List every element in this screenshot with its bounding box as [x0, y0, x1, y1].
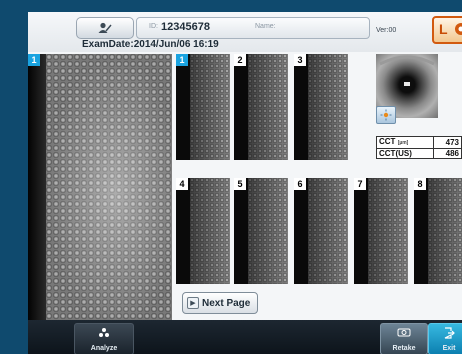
thumbnail-number: 6: [294, 178, 306, 190]
cct-value: 473: [433, 136, 462, 149]
thumbnail-number: 2: [234, 54, 246, 66]
main-image-number: 1: [28, 54, 40, 66]
thumbnail-7[interactable]: 7: [354, 178, 408, 284]
patient-id-field: ID: 12345678 Name:: [136, 17, 370, 39]
thumbnail-4[interactable]: 4: [176, 178, 230, 284]
app-screen: ID: 12345678 Name: Ver:00 L ExamDate:201…: [28, 12, 462, 354]
analyze-button[interactable]: Analyze: [74, 323, 134, 354]
sun-icon: [380, 109, 392, 121]
thumbnail-texture: [248, 178, 288, 284]
user-icon: [98, 22, 112, 33]
thumbnail-number: 8: [414, 178, 426, 190]
retake-label: Retake: [392, 345, 416, 352]
thumbnail-texture: [190, 178, 230, 284]
id-label: ID:: [149, 23, 158, 30]
eye-settings-button[interactable]: [376, 106, 396, 124]
image-shadow: [28, 54, 46, 330]
thumbnail-number: 4: [176, 178, 188, 190]
thumbnail-texture: [248, 54, 288, 160]
version-label: Ver:00: [376, 27, 397, 34]
header-bar: ID: 12345678 Name: Ver:00 L ExamDate:201…: [28, 12, 462, 52]
thumbnail-8[interactable]: 8: [414, 178, 462, 284]
bottom-toolbar: Analyze Retake Exit: [28, 320, 462, 354]
thumbnail-3[interactable]: 3: [294, 54, 348, 160]
thumbnail-texture: [308, 54, 348, 160]
cell-pattern: [46, 54, 172, 330]
exit-button[interactable]: Exit: [428, 323, 462, 354]
thumbnail-number: 5: [234, 178, 246, 190]
retake-button[interactable]: Retake: [380, 323, 428, 354]
user-button[interactable]: [76, 17, 134, 39]
cct-us-value: 486: [433, 148, 462, 159]
thumbnail-texture: [190, 54, 230, 160]
cct-label-text: CCT: [379, 137, 396, 146]
next-page-label: Next Page: [202, 297, 251, 309]
thumbnail-5[interactable]: 5: [234, 178, 288, 284]
thumbnail-texture: [428, 178, 462, 284]
thumbnail-2[interactable]: 2: [234, 54, 288, 160]
next-page-icon: ▶: [187, 297, 199, 309]
table-row: CCT [µm] 473: [375, 136, 462, 149]
thumbnail-1[interactable]: 1: [176, 54, 230, 160]
thumbnail-number: 1: [176, 54, 188, 66]
exam-date: ExamDate:2014/Jun/06 16:19: [82, 39, 219, 50]
cct-unit: [µm]: [397, 140, 409, 146]
eye-side-button[interactable]: L: [432, 16, 462, 44]
thumbnail-texture: [368, 178, 408, 284]
id-value: 12345678: [161, 21, 210, 33]
table-row: CCT(US) 486: [375, 148, 462, 159]
eye-side-icon: [455, 23, 462, 35]
analyze-icon: [99, 328, 109, 337]
thumbnail-6[interactable]: 6: [294, 178, 348, 284]
cct-us-label: CCT(US): [375, 148, 435, 159]
analyze-label: Analyze: [90, 345, 118, 352]
eye-side-label: L: [439, 21, 448, 37]
name-label: Name:: [255, 23, 276, 30]
cct-table: CCT [µm] 473 CCT(US) 486: [375, 136, 462, 159]
next-page-button[interactable]: ▶ Next Page: [182, 292, 258, 314]
exit-label: Exit: [442, 345, 456, 352]
exit-icon: [444, 327, 455, 339]
camera-icon: [397, 328, 411, 337]
main-endothelium-image[interactable]: 1: [28, 54, 172, 330]
thumbnail-number: 7: [354, 178, 366, 190]
thumbnail-texture: [308, 178, 348, 284]
cct-label: CCT [µm]: [375, 136, 435, 149]
thumbnail-number: 3: [294, 54, 306, 66]
